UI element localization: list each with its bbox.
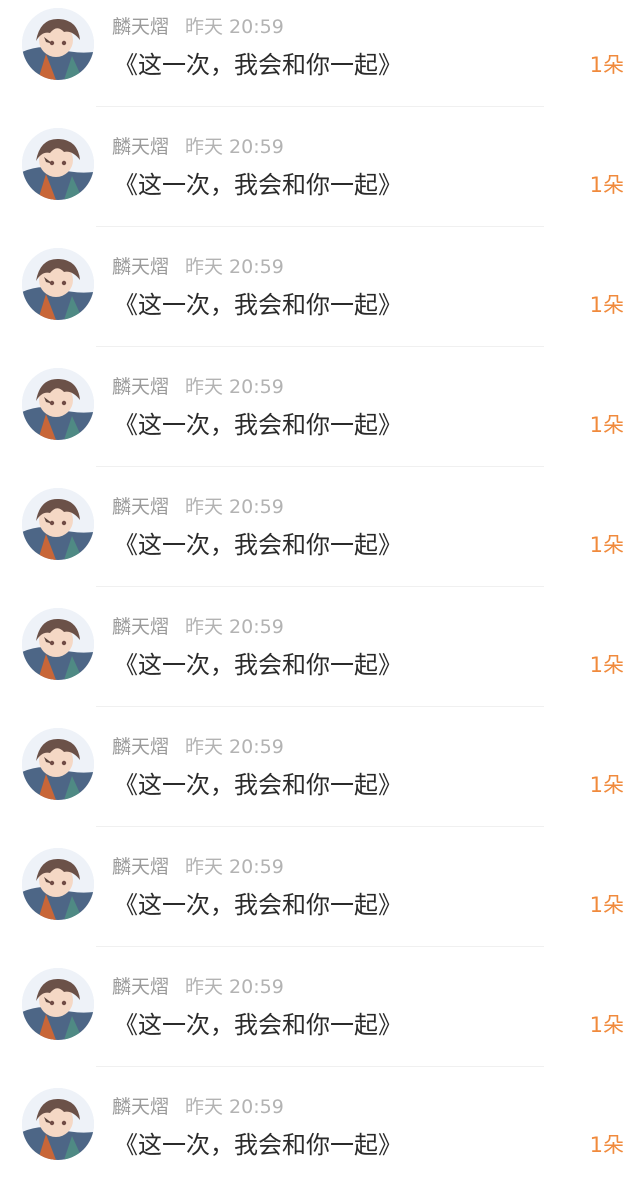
timestamp: 昨天 20:59: [185, 256, 284, 278]
username[interactable]: 麟天熠: [112, 616, 169, 638]
divider: [96, 466, 544, 467]
divider: [96, 706, 544, 707]
comment-item[interactable]: 麟天熠 昨天 20:59 《这一次，我会和你一起》 1朵: [0, 0, 640, 120]
anime-avatar-icon: [22, 728, 94, 800]
flower-count: 1朵: [589, 413, 624, 437]
avatar[interactable]: [22, 8, 94, 80]
divider: [96, 346, 544, 347]
comment-item[interactable]: 麟天熠 昨天 20:59 《这一次，我会和你一起》 1朵: [0, 600, 640, 720]
avatar[interactable]: [22, 1088, 94, 1160]
username[interactable]: 麟天熠: [112, 376, 169, 398]
comment-meta: 麟天熠 昨天 20:59: [112, 614, 284, 640]
comment-item[interactable]: 麟天熠 昨天 20:59 《这一次，我会和你一起》 1朵: [0, 1080, 640, 1200]
flower-count: 1朵: [589, 893, 624, 917]
avatar[interactable]: [22, 248, 94, 320]
timestamp: 昨天 20:59: [185, 736, 284, 758]
flower-count: 1朵: [589, 53, 624, 77]
comment-text: 《这一次，我会和你一起》: [114, 171, 402, 199]
timestamp: 昨天 20:59: [185, 856, 284, 878]
comment-meta: 麟天熠 昨天 20:59: [112, 374, 284, 400]
username[interactable]: 麟天熠: [112, 256, 169, 278]
comment-item[interactable]: 麟天熠 昨天 20:59 《这一次，我会和你一起》 1朵: [0, 120, 640, 240]
flower-count: 1朵: [589, 293, 624, 317]
comment-meta: 麟天熠 昨天 20:59: [112, 974, 284, 1000]
comment-text: 《这一次，我会和你一起》: [114, 771, 402, 799]
timestamp: 昨天 20:59: [185, 1096, 284, 1118]
comment-item[interactable]: 麟天熠 昨天 20:59 《这一次，我会和你一起》 1朵: [0, 480, 640, 600]
timestamp: 昨天 20:59: [185, 976, 284, 998]
divider: [96, 1066, 544, 1067]
anime-avatar-icon: [22, 848, 94, 920]
timestamp: 昨天 20:59: [185, 496, 284, 518]
comment-text: 《这一次，我会和你一起》: [114, 891, 402, 919]
anime-avatar-icon: [22, 8, 94, 80]
comment-text: 《这一次，我会和你一起》: [114, 1011, 402, 1039]
comment-text: 《这一次，我会和你一起》: [114, 51, 402, 79]
anime-avatar-icon: [22, 128, 94, 200]
flower-count: 1朵: [589, 1013, 624, 1037]
comment-text: 《这一次，我会和你一起》: [114, 531, 402, 559]
anime-avatar-icon: [22, 368, 94, 440]
timestamp: 昨天 20:59: [185, 376, 284, 398]
comment-meta: 麟天熠 昨天 20:59: [112, 734, 284, 760]
anime-avatar-icon: [22, 488, 94, 560]
comment-meta: 麟天熠 昨天 20:59: [112, 134, 284, 160]
comment-item[interactable]: 麟天熠 昨天 20:59 《这一次，我会和你一起》 1朵: [0, 960, 640, 1080]
anime-avatar-icon: [22, 248, 94, 320]
comment-item[interactable]: 麟天熠 昨天 20:59 《这一次，我会和你一起》 1朵: [0, 360, 640, 480]
avatar[interactable]: [22, 608, 94, 680]
comment-meta: 麟天熠 昨天 20:59: [112, 494, 284, 520]
anime-avatar-icon: [22, 608, 94, 680]
comment-meta: 麟天熠 昨天 20:59: [112, 254, 284, 280]
username[interactable]: 麟天熠: [112, 1096, 169, 1118]
username[interactable]: 麟天熠: [112, 136, 169, 158]
avatar[interactable]: [22, 128, 94, 200]
flower-count: 1朵: [589, 533, 624, 557]
comment-list: 麟天熠 昨天 20:59 《这一次，我会和你一起》 1朵 麟天熠 昨天 20:59 …: [0, 0, 640, 1173]
timestamp: 昨天 20:59: [185, 616, 284, 638]
flower-count: 1朵: [589, 653, 624, 677]
comment-meta: 麟天熠 昨天 20:59: [112, 1094, 284, 1120]
avatar[interactable]: [22, 488, 94, 560]
timestamp: 昨天 20:59: [185, 136, 284, 158]
divider: [96, 586, 544, 587]
timestamp: 昨天 20:59: [185, 16, 284, 38]
comment-meta: 麟天熠 昨天 20:59: [112, 14, 284, 40]
flower-count: 1朵: [589, 173, 624, 197]
comment-text: 《这一次，我会和你一起》: [114, 411, 402, 439]
username[interactable]: 麟天熠: [112, 856, 169, 878]
comment-item[interactable]: 麟天熠 昨天 20:59 《这一次，我会和你一起》 1朵: [0, 840, 640, 960]
comment-text: 《这一次，我会和你一起》: [114, 291, 402, 319]
divider: [96, 826, 544, 827]
flower-count: 1朵: [589, 1133, 624, 1157]
comment-text: 《这一次，我会和你一起》: [114, 651, 402, 679]
divider: [96, 946, 544, 947]
avatar[interactable]: [22, 968, 94, 1040]
comment-item[interactable]: 麟天熠 昨天 20:59 《这一次，我会和你一起》 1朵: [0, 240, 640, 360]
comment-meta: 麟天熠 昨天 20:59: [112, 854, 284, 880]
username[interactable]: 麟天熠: [112, 976, 169, 998]
avatar[interactable]: [22, 368, 94, 440]
username[interactable]: 麟天熠: [112, 496, 169, 518]
avatar[interactable]: [22, 728, 94, 800]
comment-text: 《这一次，我会和你一起》: [114, 1131, 402, 1159]
flower-count: 1朵: [589, 773, 624, 797]
divider: [96, 106, 544, 107]
comment-item[interactable]: 麟天熠 昨天 20:59 《这一次，我会和你一起》 1朵: [0, 720, 640, 840]
username[interactable]: 麟天熠: [112, 736, 169, 758]
anime-avatar-icon: [22, 1088, 94, 1160]
avatar[interactable]: [22, 848, 94, 920]
divider: [96, 226, 544, 227]
anime-avatar-icon: [22, 968, 94, 1040]
username[interactable]: 麟天熠: [112, 16, 169, 38]
